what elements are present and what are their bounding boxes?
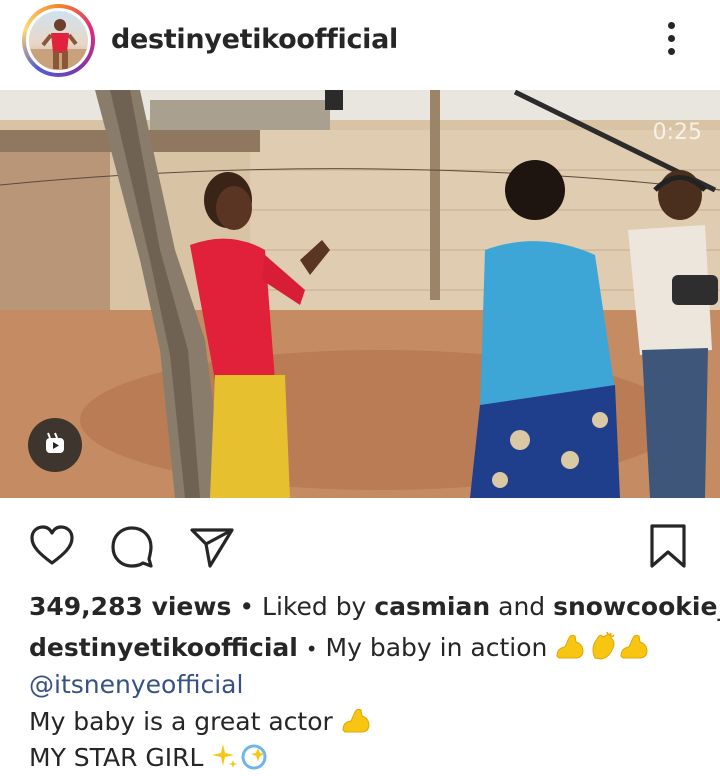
caption-text: My baby in action [325, 633, 548, 662]
separator-dot: • [305, 637, 318, 661]
reels-icon[interactable] [28, 418, 82, 472]
dizzy-emoji-icon [239, 742, 269, 776]
caption-author-username[interactable]: destinyetikoofficial [29, 633, 298, 662]
clapping-hands-emoji-icon [587, 631, 619, 666]
liked-by-label: Liked by [262, 592, 367, 621]
views-count[interactable]: 349,283 views [29, 592, 231, 621]
liker-username[interactable]: snowcookie__ [553, 592, 720, 621]
caption-line: destinyetikoofficial • My baby in action [29, 631, 651, 666]
avatar-story-ring[interactable] [22, 4, 95, 77]
caption-mention-link[interactable]: @itsnenyeofficial [29, 670, 243, 699]
avatar[interactable] [26, 8, 91, 73]
bookmark-icon[interactable] [644, 522, 692, 570]
separator-dot: • [239, 592, 255, 621]
liker-username[interactable]: casmian [374, 592, 490, 621]
comment-icon[interactable] [108, 522, 156, 570]
post-header: destinyetikoofficial [0, 0, 720, 86]
and-word: and [498, 592, 546, 621]
engagement-line: 349,283 views • Liked by casmian and sno… [29, 592, 720, 621]
flexed-biceps-emoji-icon [619, 632, 651, 666]
action-bar [0, 510, 720, 580]
video-timestamp: 0:25 [652, 120, 702, 145]
flexed-biceps-emoji-icon [341, 706, 373, 740]
video-frame [0, 90, 720, 498]
post-author-username[interactable]: destinyetikoofficial [111, 24, 398, 55]
paper-plane-icon[interactable] [188, 522, 236, 570]
flexed-biceps-emoji-icon [555, 632, 587, 666]
caption-line-3: MY STAR GIRL [29, 742, 269, 776]
caption-line-2: My baby is a great actor [29, 706, 373, 740]
heart-icon[interactable] [28, 522, 76, 570]
post-video[interactable]: 0:25 [0, 90, 720, 498]
caption-text: My baby is a great actor [29, 707, 333, 736]
caption-text: MY STAR GIRL [29, 743, 204, 772]
more-vertical-icon[interactable] [660, 20, 684, 58]
sparkles-emoji-icon [211, 742, 239, 776]
